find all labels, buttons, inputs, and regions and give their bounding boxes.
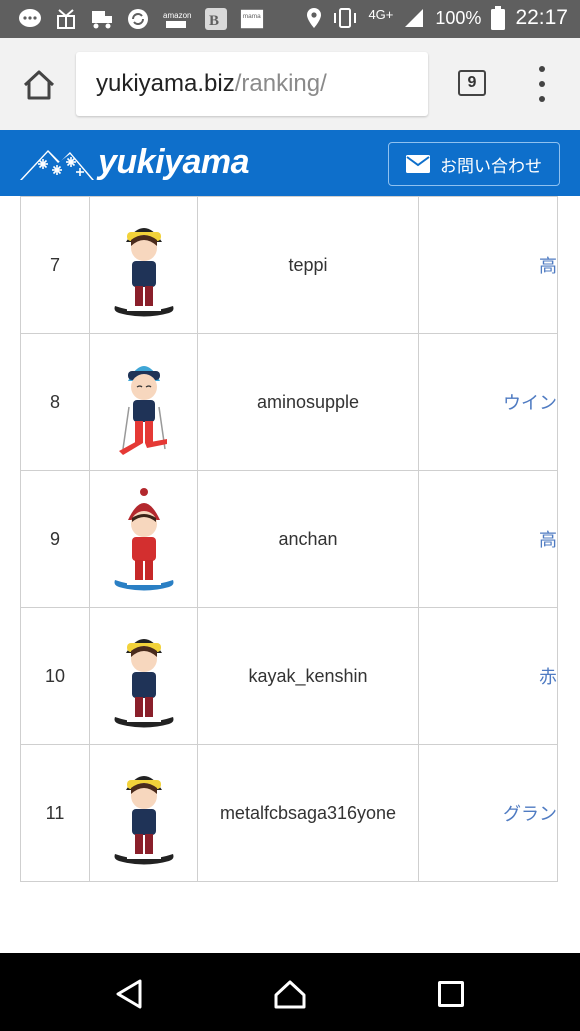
site-logo[interactable]: yukiyama (18, 142, 250, 182)
home-icon[interactable] (272, 977, 308, 1011)
svg-text:mama: mama (243, 13, 261, 20)
username-cell[interactable]: metalfcbsaga316yone (197, 744, 419, 882)
mountain-snowflake-icon (20, 150, 94, 180)
area-link[interactable]: グラン (503, 800, 557, 826)
area-cell[interactable]: 高 (418, 196, 558, 334)
location-icon (307, 8, 322, 28)
amazon-icon: amazon (162, 7, 192, 31)
recent-apps-icon[interactable] (438, 981, 464, 1007)
overflow-menu-button[interactable] (532, 66, 552, 102)
url-path: /ranking/ (234, 70, 327, 97)
signal-icon (405, 9, 424, 27)
snowboarder-avatar (114, 488, 173, 591)
username-cell[interactable]: teppi (197, 196, 419, 334)
avatar-cell (89, 196, 198, 334)
mail-icon (406, 155, 430, 173)
clock: 22:17 (515, 6, 568, 29)
area-cell[interactable]: ウイン (418, 333, 558, 471)
browser-toolbar: yukiyama.biz/ranking/ 9 (0, 38, 580, 130)
system-nav-bar (0, 953, 580, 1031)
rank-cell: 11 (20, 744, 90, 882)
contact-label: お問い合わせ (440, 156, 542, 176)
site-header: yukiyama お問い合わせ (0, 130, 580, 196)
username-cell[interactable]: kayak_kenshin (197, 607, 419, 745)
mama-icon: mama (240, 7, 264, 31)
area-link[interactable]: 高 (539, 252, 557, 278)
rank-cell: 10 (20, 607, 90, 745)
address-bar[interactable]: yukiyama.biz/ranking/ (76, 52, 428, 116)
svg-text:B: B (209, 13, 219, 29)
tab-switcher-button[interactable]: 9 (458, 70, 486, 96)
table-row: 9 anchan 高 (20, 470, 558, 608)
rank-cell: 8 (20, 333, 90, 471)
ranking-table: 6 pypgmepbaa 7 (20, 196, 558, 882)
hatena-bookmark-icon: B (204, 7, 228, 31)
status-right: 4G+ 100% 22:17 (306, 6, 568, 30)
username-cell[interactable]: anchan (197, 470, 419, 608)
battery-percent: 100% (435, 7, 482, 28)
skier-avatar (118, 366, 167, 455)
ranking-table-viewport[interactable]: 6 pypgmepbaa 7 (0, 196, 580, 953)
snowboarder-avatar (114, 639, 173, 728)
svg-text:amazon: amazon (163, 11, 191, 20)
status-bar: amazon B mama 4G+ 100% 22:17 (0, 0, 580, 38)
table-row: 7 teppi 高 (20, 196, 558, 334)
battery-icon (491, 6, 506, 30)
back-icon[interactable] (112, 977, 146, 1011)
message-icon (18, 7, 42, 31)
avatar-cell (89, 333, 198, 471)
contact-button[interactable]: お問い合わせ (388, 142, 560, 186)
logo-text: yukiyama (98, 142, 250, 181)
url-domain: yukiyama.biz (96, 70, 235, 97)
snowboarder-avatar (114, 228, 173, 317)
gift-icon (54, 7, 78, 31)
snowboarder-avatar (114, 776, 173, 865)
home-icon[interactable] (22, 68, 56, 102)
table-row: 10 kayak_kenshin 赤 (20, 607, 558, 745)
avatar-cell (89, 470, 198, 608)
table-row: 8 aminosupple ウイン (20, 333, 558, 471)
truck-icon (90, 7, 114, 31)
network-type: 4G+ (368, 6, 394, 22)
area-cell[interactable]: グラン (418, 744, 558, 882)
notification-icons: amazon B mama (18, 7, 264, 31)
username-cell[interactable]: aminosupple (197, 333, 419, 471)
table-row: 11 metalfcbsaga316yone グラン (20, 744, 558, 882)
sync-icon (126, 7, 150, 31)
area-link[interactable]: ウイン (503, 389, 557, 415)
rank-cell: 9 (20, 470, 90, 608)
avatar-cell (89, 607, 198, 745)
area-cell[interactable]: 高 (418, 470, 558, 608)
vibrate-icon (334, 8, 357, 28)
rank-cell: 7 (20, 196, 90, 334)
area-link[interactable]: 高 (539, 526, 557, 552)
area-link[interactable]: 赤 (539, 663, 557, 689)
avatar-cell (89, 744, 198, 882)
area-cell[interactable]: 赤 (418, 607, 558, 745)
